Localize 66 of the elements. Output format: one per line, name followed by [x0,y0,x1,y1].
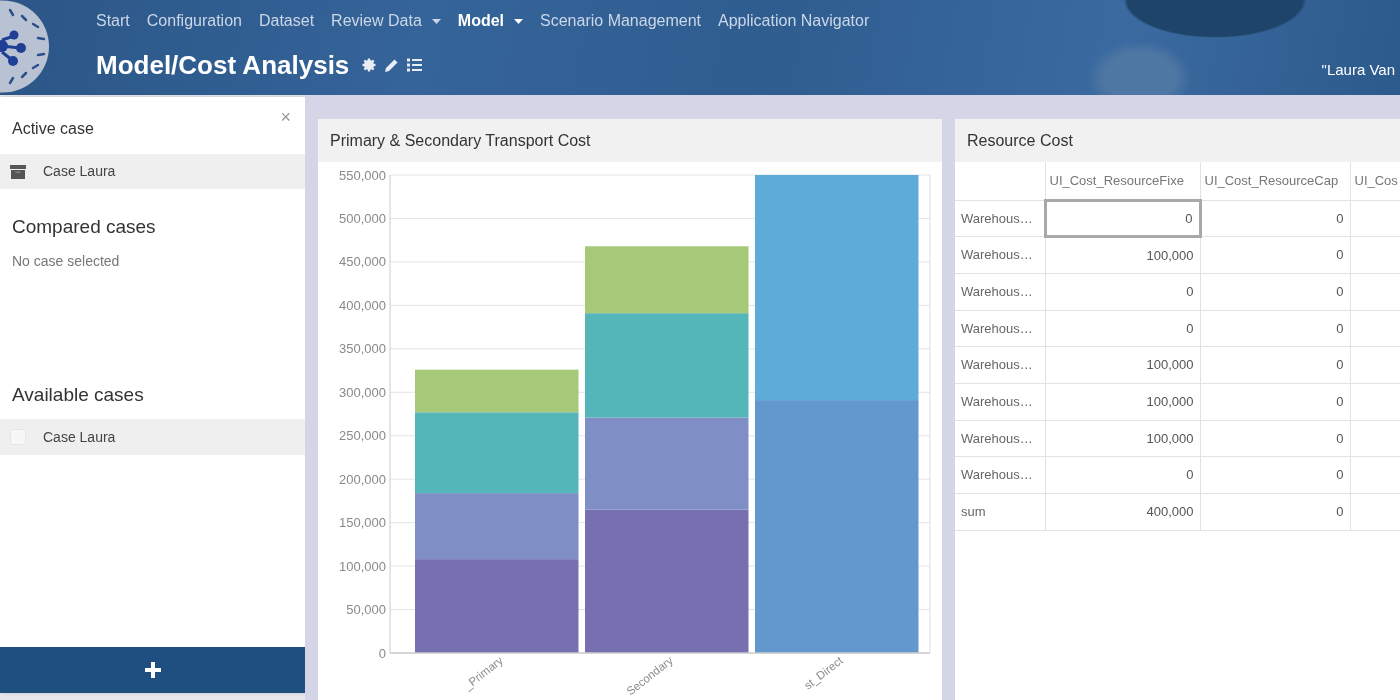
axis-label: 150,000 [339,515,386,531]
table-cell[interactable]: 0 [1200,493,1350,531]
panel-title: Primary & Secondary Transport Cost [330,130,591,151]
plus-icon [144,662,161,678]
nav-link[interactable]: Start [96,9,130,33]
active-case-row[interactable]: Case Laura [0,154,305,189]
user-name[interactable]: "Laura Van [1321,58,1400,82]
table-cell[interactable]: 0 [1045,273,1200,311]
column-header[interactable]: UI_Cost_ResourceCap [1200,162,1350,200]
table-cell[interactable]: 0 [1200,310,1350,347]
nav-link[interactable]: Model [457,9,524,33]
row-header: Warehous… [955,310,1045,347]
pencil-icon[interactable] [384,57,400,73]
axis-label: 0 [378,645,386,661]
table-cell[interactable]: 0 [1045,456,1200,494]
list-icon[interactable] [407,58,423,72]
page-title: Model/Cost Analysis [96,49,350,82]
axis-label: 550,000 [339,167,386,183]
logo-icon [0,0,49,93]
nav-link[interactable]: Scenario Management [540,9,701,33]
axis-label: 500,000 [339,210,386,226]
row-header: sum [955,493,1045,531]
table-cell[interactable]: 100,000 [1045,346,1200,384]
axis-label: 250,000 [339,428,386,444]
caret-icon[interactable] [431,18,441,24]
table-cell[interactable]: 100,000 [1045,383,1200,421]
table-cell[interactable]: 0 [1200,346,1350,384]
nav-link[interactable]: Configuration [146,9,242,33]
gear-icon[interactable] [362,58,377,72]
axis-label: 100,000 [339,558,386,574]
archive-icon [10,164,26,179]
axis-label: 400,000 [339,297,386,313]
nav-link[interactable]: Review Data [331,9,441,33]
row-header: Warehous… [955,420,1045,457]
row-header: Warehous… [955,383,1045,421]
table-cell[interactable]: 400,000 [1045,493,1200,531]
row-header: Warehous… [955,346,1045,384]
case-name: Case Laura [43,162,116,181]
axis-label: 450,000 [339,254,386,270]
section-title: Compared cases [11,215,157,239]
table-cell[interactable]: 0 [1200,420,1350,457]
row-header: Warehous… [955,236,1045,274]
nav-link[interactable]: Dataset [258,9,315,33]
table-cell[interactable]: 0 [1200,200,1350,237]
case-name: Case Laura [43,427,116,447]
axis-label: 350,000 [339,341,386,357]
panel-title: Resource Cost [967,130,1073,151]
axis-label: 200,000 [339,471,386,487]
caret-icon[interactable] [514,18,524,24]
section-title: Available cases [11,383,145,407]
empty-message: No case selected [11,252,121,270]
case-list-item[interactable]: Case Laura [0,419,305,455]
row-header: Warehous… [955,456,1045,494]
table-cell[interactable]: 0 [1045,200,1200,237]
table-cell[interactable]: 0 [1045,310,1200,347]
axis-label: 300,000 [339,384,386,400]
table-cell[interactable]: 0 [1200,456,1350,494]
table-cell[interactable]: 0 [1200,383,1350,421]
table-cell[interactable]: 100,000 [1045,420,1200,457]
table-cell[interactable]: 100,000 [1045,236,1200,274]
axis-label: 50,000 [346,602,386,618]
table-cell[interactable]: 0 [1200,273,1350,311]
nav-link[interactable]: Application Navigator [718,9,870,33]
table-cell[interactable]: 0 [1200,236,1350,274]
section-title: Active case [12,119,94,139]
row-header: Warehous… [955,273,1045,311]
